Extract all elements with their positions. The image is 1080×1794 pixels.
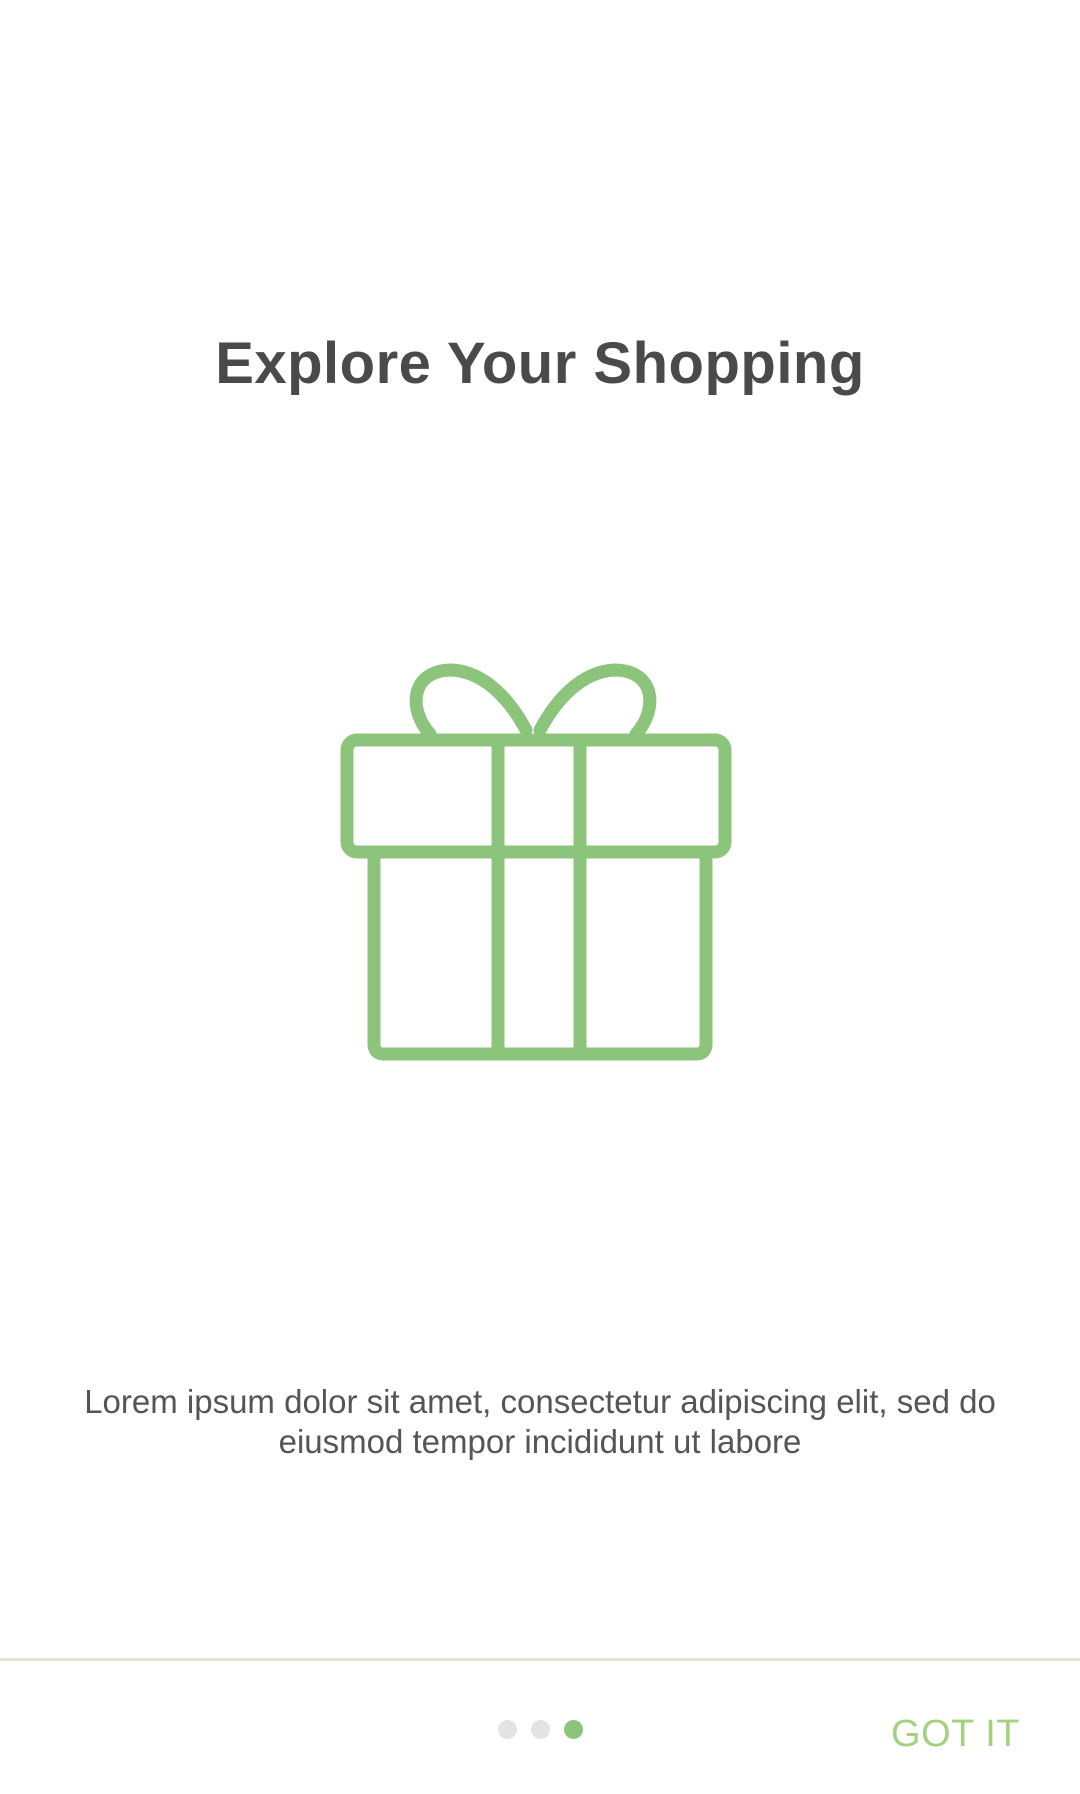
page-dot-1 <box>497 1720 517 1739</box>
page-dot-2 <box>530 1720 550 1739</box>
got-it-button[interactable]: GOT IT <box>891 1713 1020 1756</box>
description-text: Lorem ipsum dolor sit amet, consectetur … <box>84 1383 996 1460</box>
gift-icon <box>330 660 750 1070</box>
onboarding-screen: Explore Your Shopping Lorem ipsum dolor … <box>0 0 1080 1794</box>
page-dot-3-active <box>563 1720 583 1739</box>
page-title: Explore Your Shopping <box>215 331 865 396</box>
bottom-bar: GOT IT <box>0 1658 1080 1794</box>
